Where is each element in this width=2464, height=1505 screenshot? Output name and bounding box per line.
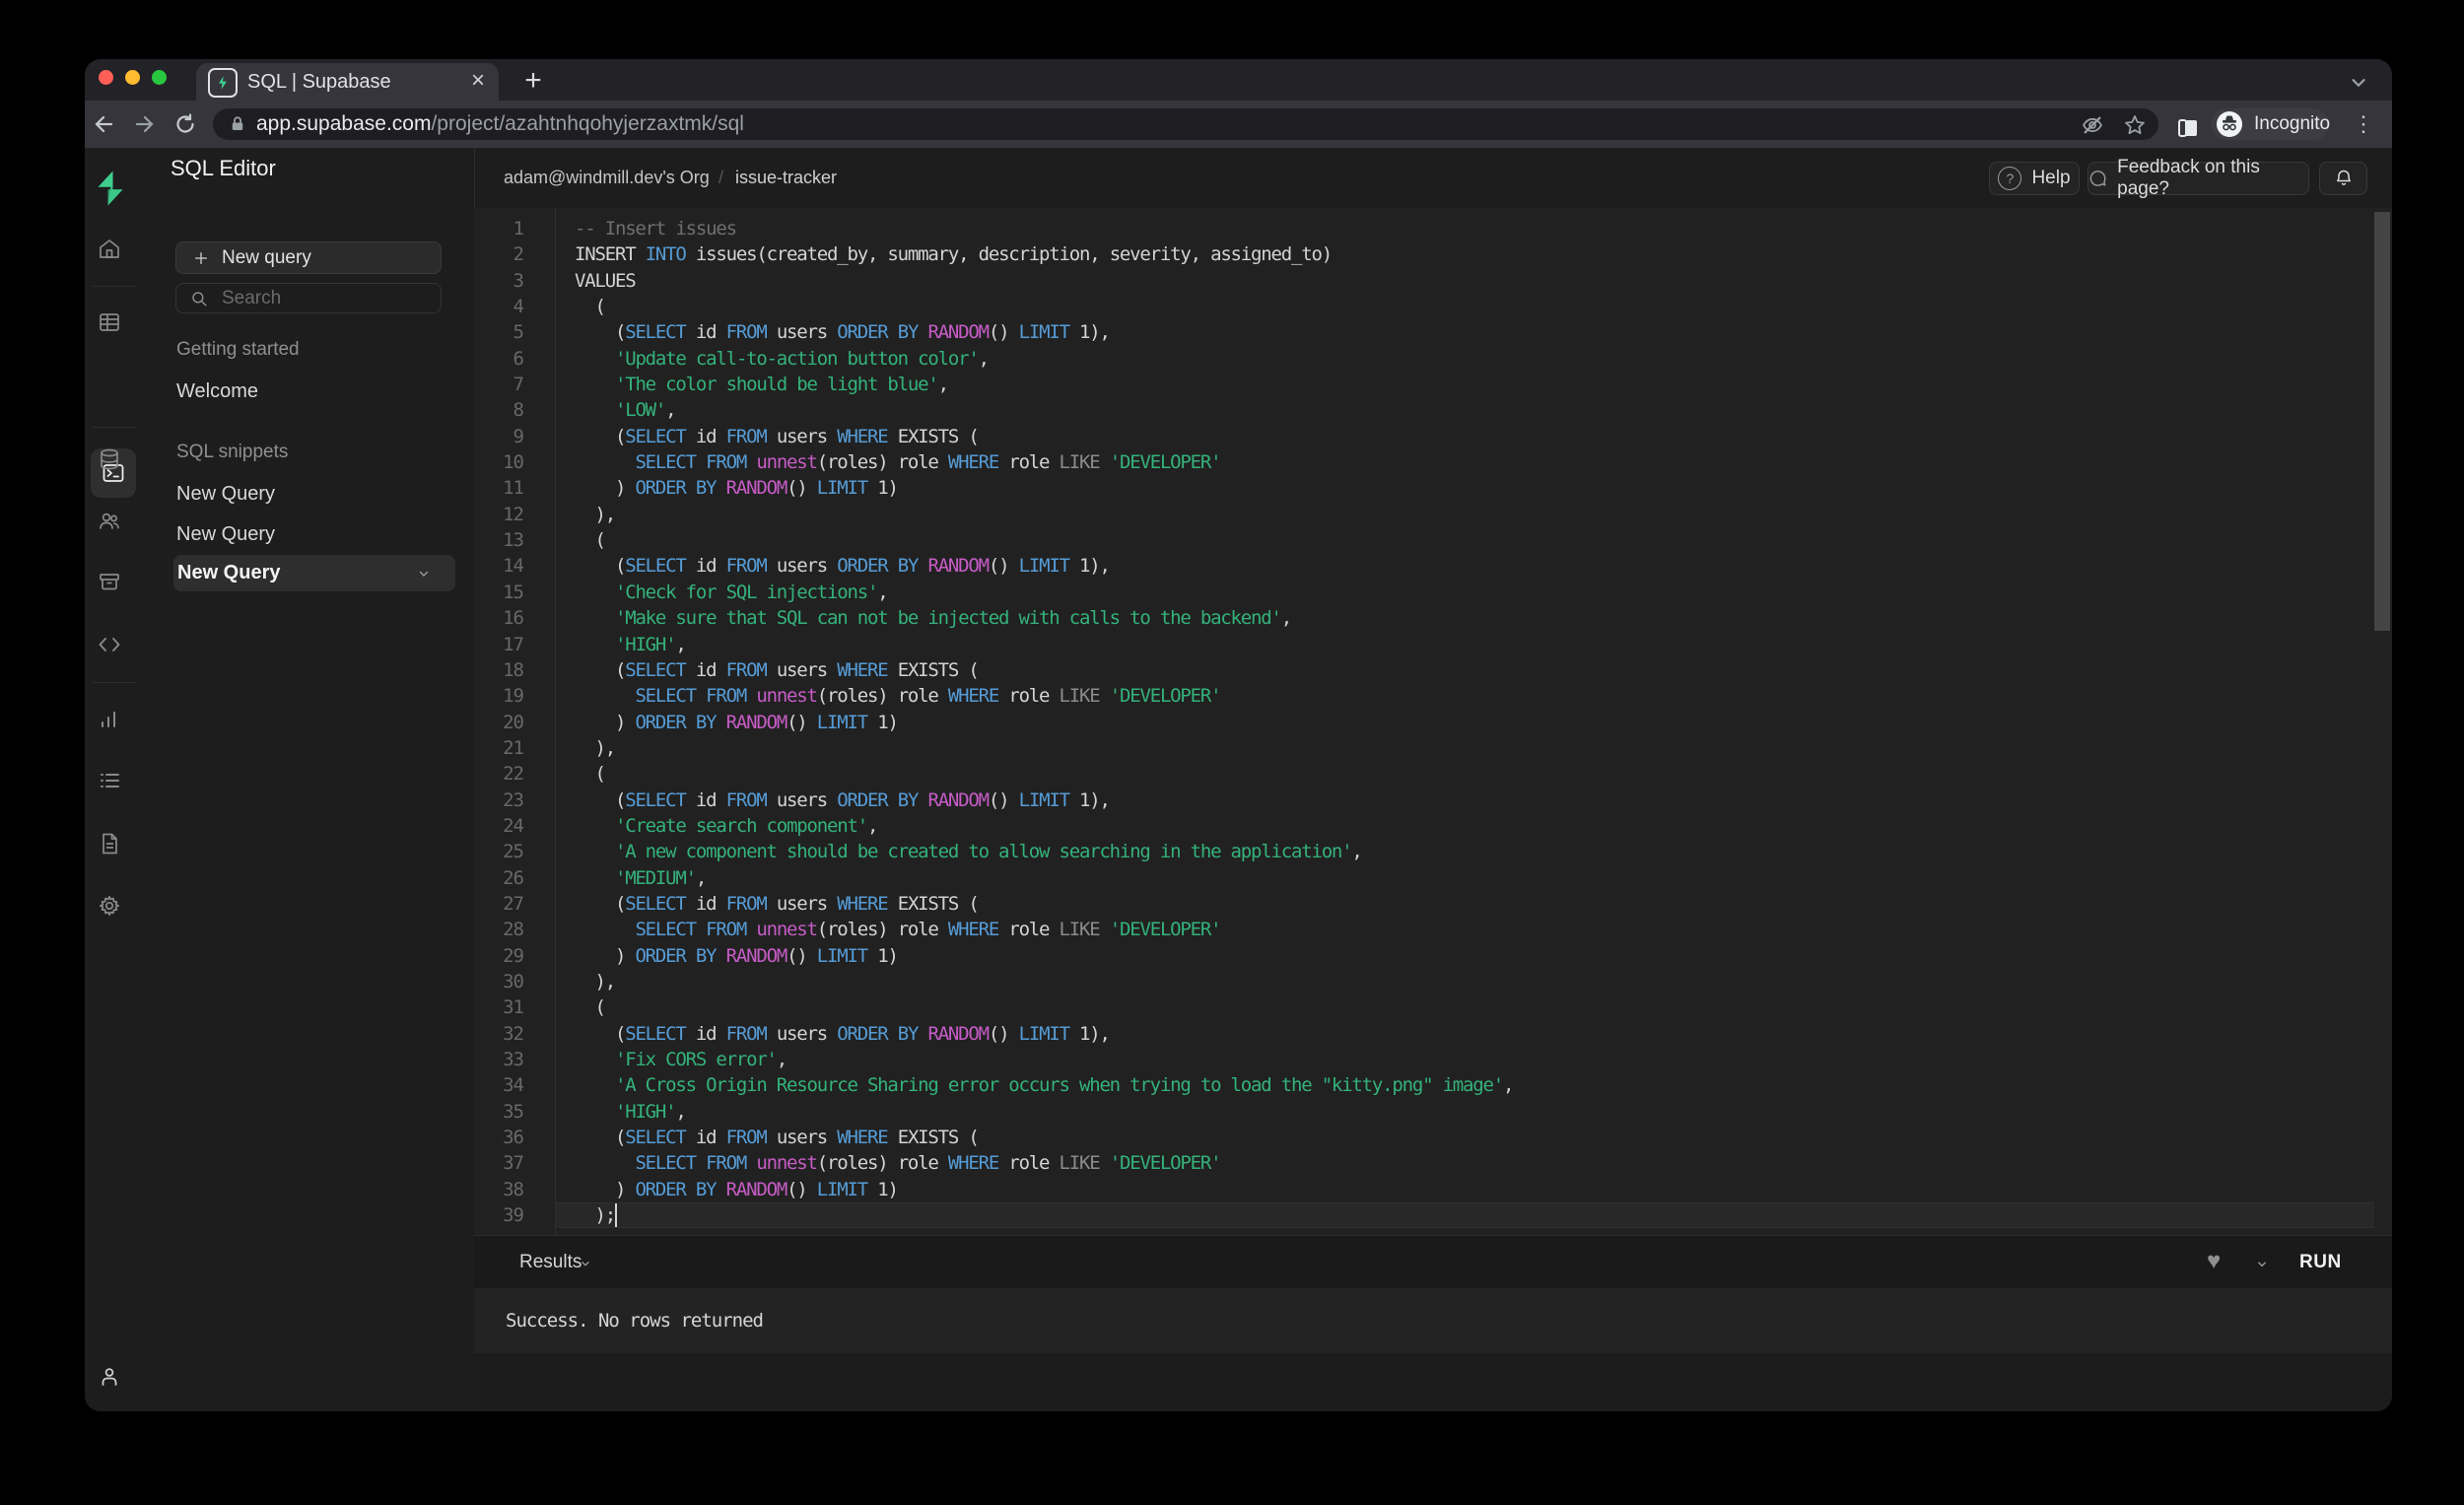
sidebar: SQL Editor New query Getting started Wel…: [145, 148, 475, 1411]
new-query-button[interactable]: New query: [175, 241, 442, 274]
back-arrow-icon: [95, 115, 113, 133]
reload-button[interactable]: [166, 101, 205, 148]
results-message: Success. No rows returned: [506, 1310, 764, 1332]
breadcrumb-separator: /: [719, 168, 724, 187]
forward-button[interactable]: [124, 101, 164, 148]
new-query-label: New query: [222, 246, 311, 268]
logs-list-icon[interactable]: [98, 769, 121, 792]
incognito-badge: Incognito: [2211, 108, 2331, 140]
side-panel-icon[interactable]: [2176, 116, 2200, 140]
breadcrumb-project[interactable]: issue-tracker: [735, 148, 837, 208]
close-tab-icon[interactable]: ×: [471, 63, 485, 101]
back-button[interactable]: [85, 101, 124, 148]
code-lines: -- Insert issues INSERT INTO issues(creat…: [575, 218, 1514, 1227]
new-tab-button[interactable]: +: [516, 65, 550, 99]
editor-scrollbar-thumb[interactable]: [2374, 212, 2390, 631]
results-footer: [474, 1353, 2392, 1411]
question-circle-icon: ?: [1998, 167, 2022, 190]
incognito-icon: [2217, 111, 2242, 137]
search-icon: [192, 291, 207, 306]
section-getting-started: Getting started: [176, 339, 300, 360]
tab-list-chevron-icon[interactable]: [2348, 71, 2369, 93]
home-icon[interactable]: [98, 238, 121, 261]
speech-bubble-icon: [2089, 171, 2106, 186]
main-header: adam@windmill.dev's Org / issue-tracker …: [474, 148, 2392, 208]
help-label: Help: [2031, 168, 2071, 188]
minimize-window-button[interactable]: [125, 70, 140, 85]
bookmark-star-icon[interactable]: [2123, 113, 2147, 137]
sidebar-item-snippet[interactable]: New Query: [176, 523, 275, 546]
supabase-logo[interactable]: [96, 170, 125, 207]
gutter: 1 2 3 4 5 6 7 8 9 10 11 12 13 14 15 16 17 18 19 20 21 22 23 24 2…: [503, 218, 524, 1227]
run-options-chevron-icon[interactable]: [2254, 1258, 2270, 1270]
tab-strip: SQL | Supabase × +: [85, 59, 2392, 101]
settings-gear-icon[interactable]: [98, 894, 121, 918]
plus-icon: [195, 251, 207, 264]
gutter-divider: [555, 208, 556, 1235]
browser-tab[interactable]: SQL | Supabase ×: [196, 63, 499, 101]
results-toolbar: Results ♥ RUN: [474, 1235, 2392, 1288]
results-dropdown[interactable]: Results: [519, 1236, 582, 1289]
browser-menu-button[interactable]: ⋮: [2352, 108, 2375, 140]
bell-icon: [2336, 170, 2351, 185]
search-box[interactable]: [175, 283, 442, 313]
run-button[interactable]: RUN: [2299, 1236, 2342, 1289]
account-person-icon[interactable]: [98, 1365, 121, 1389]
forward-arrow-icon: [135, 115, 154, 133]
auth-users-icon[interactable]: [98, 510, 121, 533]
active-snippet-label: New Query: [177, 562, 281, 583]
browser-toolbar: app.supabase.com/project/azahtnhqohyjerz…: [85, 101, 2392, 148]
reports-chart-icon[interactable]: [98, 707, 121, 730]
rail-divider: [93, 286, 136, 287]
incognito-label: Incognito: [2254, 113, 2331, 134]
results-chevron-icon[interactable]: [579, 1258, 592, 1269]
sidebar-item-snippet-active[interactable]: New Query: [173, 555, 455, 591]
feedback-button[interactable]: Feedback on this page?: [2088, 157, 2309, 199]
lock-icon: [232, 116, 243, 130]
table-editor-icon[interactable]: [98, 310, 121, 334]
url-host: app.supabase.com: [256, 112, 432, 135]
nav-rail: [85, 148, 146, 1411]
page-title: SQL Editor: [171, 156, 276, 180]
sql-editor-canvas[interactable]: 1 2 3 4 5 6 7 8 9 10 11 12 13 14 15 16 17 18 19 20 21 22 23 24 2…: [474, 208, 2392, 1235]
notifications-button[interactable]: [2319, 162, 2367, 195]
eye-off-icon[interactable]: [2081, 113, 2104, 137]
rail-divider: [93, 427, 136, 428]
api-docs-icon[interactable]: [98, 832, 121, 855]
screen: SQL | Supabase × + app.supabase.com/proj…: [0, 0, 2464, 1505]
results-panel: Success. No rows returned: [474, 1288, 2392, 1353]
favorite-heart-icon[interactable]: ♥: [2207, 1236, 2221, 1289]
storage-icon[interactable]: [98, 570, 121, 593]
supabase-favicon-icon: [208, 68, 238, 98]
sidebar-item-welcome[interactable]: Welcome: [176, 380, 258, 403]
url-text: app.supabase.com/project/azahtnhqohyjerz…: [256, 108, 744, 140]
url-bar[interactable]: app.supabase.com/project/azahtnhqohyjerz…: [213, 108, 2158, 140]
browser-window: SQL | Supabase × + app.supabase.com/proj…: [85, 59, 2392, 1411]
search-input[interactable]: [220, 286, 411, 310]
help-button[interactable]: ? Help: [1989, 162, 2080, 195]
breadcrumb-org[interactable]: adam@windmill.dev's Org: [504, 148, 710, 208]
section-sql-snippets: SQL snippets: [176, 442, 289, 462]
reload-icon: [176, 113, 194, 133]
chevron-down-icon[interactable]: [416, 567, 432, 581]
text-cursor: [615, 1203, 617, 1227]
feedback-label: Feedback on this page?: [2117, 157, 2260, 199]
url-path: /project/azahtnhqohyjerzaxtmk/sql: [431, 112, 744, 135]
zoom-window-button[interactable]: [152, 70, 167, 85]
rail-divider: [93, 682, 136, 683]
tab-title: SQL | Supabase: [247, 71, 391, 93]
lightning-bolt-icon: [219, 76, 227, 90]
edge-functions-icon[interactable]: [98, 633, 121, 656]
sidebar-item-snippet[interactable]: New Query: [176, 483, 275, 506]
database-icon[interactable]: [98, 447, 121, 471]
close-window-button[interactable]: [99, 70, 113, 85]
